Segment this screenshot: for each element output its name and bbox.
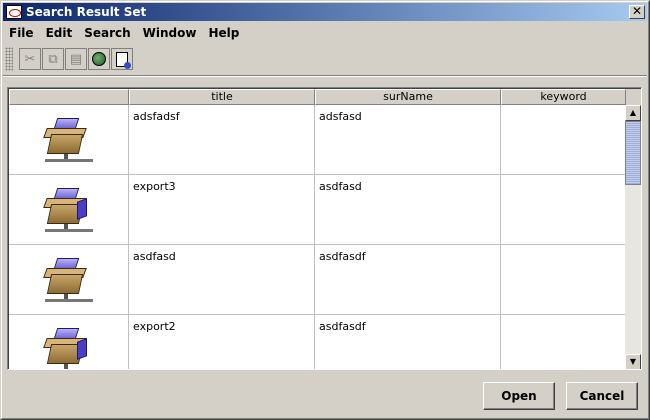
row-icon-cell[interactable]: [9, 315, 129, 369]
table-header: title surName keyword: [9, 89, 641, 105]
column-header-title[interactable]: title: [129, 89, 315, 105]
row-icon-cell[interactable]: [9, 175, 129, 245]
paste-button[interactable]: ▤: [65, 48, 87, 70]
surname-cell[interactable]: asdfasd: [315, 175, 501, 245]
package-icon: [41, 256, 97, 304]
column-header-icon[interactable]: [9, 89, 129, 105]
toolbar: ✂ ⧉ ▤: [3, 45, 647, 73]
copy-button[interactable]: ⧉: [42, 48, 64, 70]
menu-file[interactable]: File: [3, 26, 40, 40]
close-button[interactable]: ✕: [629, 5, 645, 19]
app-icon: [6, 5, 22, 19]
scroll-down-button[interactable]: ▼: [625, 354, 641, 369]
keyword-cell[interactable]: [501, 245, 626, 315]
surname-cell[interactable]: asdfasdf: [315, 315, 501, 369]
open-button[interactable]: Open: [483, 382, 555, 410]
row-icon-cell[interactable]: [9, 105, 129, 175]
row-icon-cell[interactable]: [9, 245, 129, 315]
cancel-button[interactable]: Cancel: [566, 382, 638, 410]
copy-icon: ⧉: [48, 51, 58, 67]
table-body: adsfadsf adsfasd export3 asdfasd asdfasd…: [9, 105, 626, 369]
table-row[interactable]: adsfadsf adsfasd: [9, 105, 626, 175]
cut-button[interactable]: ✂: [19, 48, 41, 70]
title-cell[interactable]: export2: [129, 315, 315, 369]
keyword-cell[interactable]: [501, 315, 626, 369]
table-row[interactable]: export3 asdfasd: [9, 175, 626, 245]
window-title: Search Result Set: [26, 5, 147, 19]
table-row[interactable]: export2 asdfasdf: [9, 315, 626, 369]
menu-window[interactable]: Window: [137, 26, 203, 40]
package-icon: [41, 326, 97, 369]
new-document-icon: [116, 51, 131, 69]
vertical-scrollbar[interactable]: ▲ ▼: [625, 105, 641, 369]
menu-help[interactable]: Help: [202, 26, 245, 40]
column-header-surname[interactable]: surName: [315, 89, 501, 105]
package-icon: [41, 116, 97, 164]
table-row[interactable]: asdfasd asdfasdf: [9, 245, 626, 315]
search-result-window: Search Result Set ✕ File Edit Search Win…: [0, 0, 650, 420]
menu-search[interactable]: Search: [78, 26, 136, 40]
scroll-thumb[interactable]: [625, 121, 641, 185]
table-viewport: title surName keyword adsfadsf adsfasd e…: [8, 88, 641, 369]
toolbar-grip[interactable]: [5, 47, 13, 71]
title-cell[interactable]: asdfasd: [129, 245, 315, 315]
surname-cell[interactable]: adsfasd: [315, 105, 501, 175]
search-globe-icon: [92, 52, 106, 66]
menu-bar: File Edit Search Window Help: [3, 23, 647, 43]
title-bar[interactable]: Search Result Set ✕: [3, 3, 647, 21]
search-globe-button[interactable]: [88, 48, 110, 70]
keyword-cell[interactable]: [501, 105, 626, 175]
surname-cell[interactable]: asdfasdf: [315, 245, 501, 315]
cut-icon: ✂: [24, 51, 36, 67]
column-header-keyword[interactable]: keyword: [501, 89, 626, 105]
paste-icon: ▤: [69, 51, 83, 67]
scroll-up-button[interactable]: ▲: [625, 105, 641, 121]
title-cell[interactable]: adsfadsf: [129, 105, 315, 175]
menu-edit[interactable]: Edit: [40, 26, 79, 40]
package-icon: [41, 186, 97, 234]
results-table: title surName keyword adsfadsf adsfasd e…: [7, 87, 642, 370]
toolbar-separator: [3, 75, 647, 77]
keyword-cell[interactable]: [501, 175, 626, 245]
new-document-button[interactable]: [111, 48, 133, 70]
title-cell[interactable]: export3: [129, 175, 315, 245]
